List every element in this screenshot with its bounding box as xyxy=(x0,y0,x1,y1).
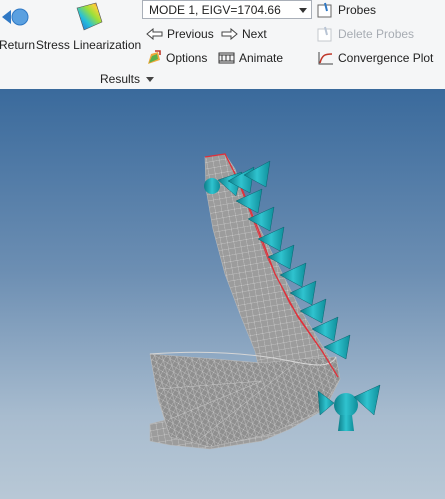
ribbon: Return Stress Linearization MODE 1, EIGV… xyxy=(0,0,445,90)
previous-button[interactable]: Previous xyxy=(146,25,214,43)
results-label: Results xyxy=(100,72,141,86)
options-label: Options xyxy=(166,51,208,65)
return-icon xyxy=(2,8,29,26)
dropdown-arrow-icon xyxy=(299,8,307,13)
previous-icon xyxy=(146,28,163,40)
convergence-plot-icon xyxy=(318,52,333,65)
animate-label: Animate xyxy=(239,51,284,65)
probes-icon xyxy=(317,2,332,18)
options-button[interactable]: Options xyxy=(146,49,207,67)
delete-probes-label: Delete Probes xyxy=(338,27,415,41)
stress-linearization-label: Stress Linearization xyxy=(35,38,142,52)
convergence-plot-button[interactable]: Convergence Plot xyxy=(317,49,433,67)
results-group-label[interactable]: Results xyxy=(100,72,155,86)
fem-model xyxy=(149,153,381,450)
next-icon xyxy=(221,28,238,40)
animate-button[interactable]: Animate xyxy=(218,49,283,67)
convergence-plot-label: Convergence Plot xyxy=(338,51,434,65)
options-icon xyxy=(148,50,161,64)
model-viewport[interactable] xyxy=(0,89,445,499)
next-button[interactable]: Next xyxy=(221,25,267,43)
return-button[interactable]: Return xyxy=(0,0,36,52)
stress-linearization-button[interactable]: Stress Linearization xyxy=(35,0,142,52)
animate-icon xyxy=(218,52,235,64)
group-expand-icon xyxy=(146,76,155,82)
mode-select[interactable]: MODE 1, EIGV=1704.66 xyxy=(142,0,312,19)
return-label: Return xyxy=(0,38,36,52)
stress-linearization-icon xyxy=(76,2,102,31)
probes-button[interactable]: Probes xyxy=(317,1,376,19)
mode-select-value: MODE 1, EIGV=1704.66 xyxy=(149,2,281,17)
previous-label: Previous xyxy=(167,27,214,41)
probes-label: Probes xyxy=(338,3,377,17)
delete-probes-button[interactable]: Delete Probes xyxy=(317,25,414,43)
delete-probes-icon xyxy=(317,26,332,42)
next-label: Next xyxy=(242,27,267,41)
